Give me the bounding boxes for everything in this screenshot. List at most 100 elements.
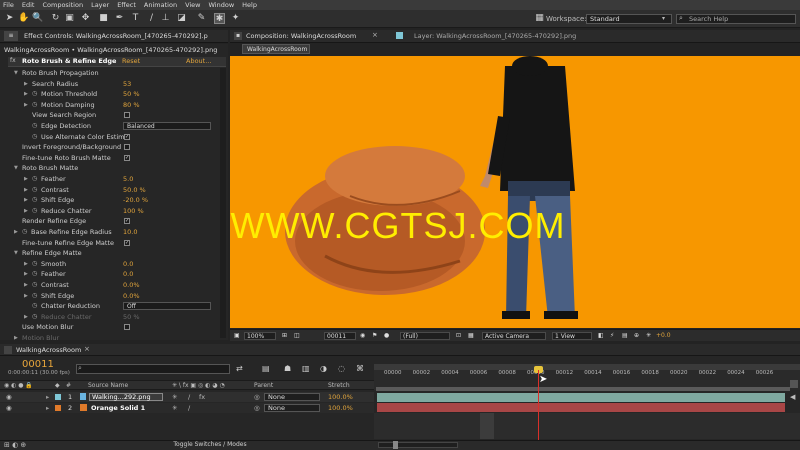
chevron-right-icon[interactable]: ▶ <box>24 280 28 290</box>
menu-layer[interactable]: Layer <box>91 1 109 9</box>
reset-exposure-icon[interactable]: ✳ <box>646 332 651 340</box>
effect-name[interactable]: Roto Brush & Refine Edge <box>22 57 116 65</box>
chevron-down-icon[interactable]: ▼ <box>14 248 18 258</box>
source-name-header[interactable]: Source Name <box>88 382 128 389</box>
composition-flowchart-chip[interactable]: WalkingAcrossRoom <box>242 44 310 54</box>
brush-tool-icon[interactable]: ∕ <box>146 13 157 24</box>
chevron-right-icon[interactable]: ▸ <box>46 403 49 413</box>
grid-icon[interactable]: ⊞ <box>282 332 287 340</box>
effect-property-row[interactable]: ▼ Roto Brush Matte <box>0 163 228 174</box>
graph-editor-icon[interactable]: ◌ <box>338 364 345 373</box>
stopwatch-icon[interactable]: ◷ <box>32 174 37 184</box>
effect-property-row[interactable]: View Search Region <box>0 110 228 121</box>
quality-switch-icon[interactable]: / <box>188 403 190 413</box>
close-icon[interactable]: × <box>372 31 378 39</box>
composition-viewer[interactable] <box>230 56 800 328</box>
current-time-field[interactable]: 00011 <box>324 332 356 340</box>
property-value[interactable]: 50 % <box>123 89 140 99</box>
property-dropdown[interactable]: Off <box>123 302 211 311</box>
timeline-icon[interactable]: ▤ <box>622 332 628 340</box>
effect-property-row[interactable]: ▶ ◷ Shift Edge 0.0% <box>0 291 228 302</box>
chevron-right-icon[interactable]: ▶ <box>24 185 28 195</box>
chevron-right-icon[interactable]: ▶ <box>24 269 28 279</box>
workspace-toggle-icon[interactable]: ▦ <box>534 13 545 24</box>
parent-header[interactable]: Parent <box>254 382 273 389</box>
rectangle-tool-icon[interactable]: ■ <box>98 13 109 24</box>
camera-select[interactable]: Active Camera <box>482 332 546 340</box>
stretch-value[interactable]: 100.0% <box>328 392 353 402</box>
effect-property-row[interactable]: ▶ ◷ Reduce Chatter 100 % <box>0 206 228 217</box>
effect-switch-icon[interactable]: fx <box>199 392 205 402</box>
property-value[interactable]: 0.0% <box>123 291 140 301</box>
effect-property-row[interactable]: Use Motion Blur <box>0 322 228 333</box>
menu-file[interactable]: File <box>3 1 14 9</box>
effect-controls-tab[interactable]: Effect Controls: WalkingAcrossRoom_[4702… <box>24 32 224 40</box>
resolution-select[interactable]: (Full) <box>400 332 450 340</box>
property-value[interactable]: 0.0 <box>123 259 133 269</box>
stopwatch-icon[interactable]: ◷ <box>32 269 37 279</box>
property-value[interactable]: 0.0% <box>123 280 140 290</box>
roto-brush-tool-icon[interactable]: ✎ <box>196 13 207 24</box>
timeline-scroll-icon[interactable]: ◀ <box>790 393 795 401</box>
chevron-right-icon[interactable]: ▶ <box>24 206 28 216</box>
stretch-value[interactable]: 100.0% <box>328 403 353 413</box>
stopwatch-icon[interactable]: ◷ <box>32 291 37 301</box>
shy-switch-icon[interactable]: ✳ <box>172 403 177 413</box>
comp-button-icon[interactable] <box>790 380 798 388</box>
chevron-right-icon[interactable]: ▶ <box>24 100 28 110</box>
chevron-right-icon[interactable]: ▶ <box>24 195 28 205</box>
stopwatch-icon[interactable]: ◷ <box>32 195 37 205</box>
reset-link[interactable]: Reset <box>122 57 140 65</box>
effect-property-row[interactable]: ▼ Roto Brush Propagation <box>0 68 228 79</box>
menu-effect[interactable]: Effect <box>117 1 136 9</box>
close-icon[interactable]: × <box>84 345 90 353</box>
layer-switches-icon[interactable]: ⊞ ◐ ⊕ <box>4 441 26 449</box>
show-snapshot-icon[interactable]: ⚑ <box>372 332 377 340</box>
effect-property-row[interactable]: ◷ Use Alternate Color Estim ✓ <box>0 132 228 143</box>
property-checkbox[interactable]: ✓ <box>124 154 130 161</box>
chevron-down-icon[interactable]: ▼ <box>14 163 18 173</box>
effect-property-row[interactable]: ▶ ◷ Base Refine Edge Radius 10.0 <box>0 227 228 238</box>
menu-animation[interactable]: Animation <box>144 1 177 9</box>
layer-label-color[interactable] <box>55 394 61 400</box>
property-checkbox[interactable] <box>124 144 130 151</box>
layer-name[interactable]: Orange Solid 1 <box>91 403 145 413</box>
property-dropdown[interactable]: Balanced <box>123 122 211 130</box>
brainstorm-icon[interactable]: ⌘ <box>356 364 364 373</box>
chevron-right-icon[interactable]: ▶ <box>24 89 28 99</box>
zoom-tool-icon[interactable]: 🔍 <box>32 13 43 24</box>
work-area-bar[interactable] <box>376 387 790 391</box>
shy-switch-icon[interactable]: ✳ <box>172 392 177 402</box>
stopwatch-icon[interactable]: ◷ <box>32 259 37 269</box>
property-value[interactable]: 0.0 <box>123 269 133 279</box>
effect-property-row[interactable]: ▶ ◷ Feather 5.0 <box>0 174 228 185</box>
draft-3d-icon[interactable]: ▤ <box>262 364 270 373</box>
chevron-right-icon[interactable]: ▶ <box>24 79 28 89</box>
property-checkbox[interactable] <box>124 324 130 331</box>
channel-icon[interactable]: ● <box>384 332 389 340</box>
property-value[interactable]: 50.0 % <box>123 185 146 195</box>
motion-blur-icon[interactable]: ◑ <box>320 364 327 373</box>
exposure-value[interactable]: +0.0 <box>656 332 671 340</box>
selection-tool-icon[interactable]: ➤ <box>4 13 15 24</box>
effect-property-row[interactable]: Fine-tune Refine Edge Matte ✓ <box>0 238 228 249</box>
pan-behind-tool-icon[interactable]: ✥ <box>80 13 91 24</box>
toggle-pixel-aspect-icon[interactable]: ◧ <box>598 332 604 340</box>
layer-row[interactable]: ◉ ▸ 2 Orange Solid 1 ✳ / ◎ None 100.0% <box>0 403 374 413</box>
stopwatch-icon[interactable]: ◷ <box>32 280 37 290</box>
stopwatch-icon[interactable]: ◷ <box>32 206 37 216</box>
chevron-right-icon[interactable]: ▶ <box>24 312 28 322</box>
puppet-starch-tool-icon[interactable]: ✦ <box>230 13 241 24</box>
always-preview-icon[interactable]: ▣ <box>234 332 240 340</box>
property-checkbox[interactable]: ✓ <box>124 239 130 246</box>
effect-property-row[interactable]: ▶ ◷ Smooth 0.0 <box>0 259 228 270</box>
frame-blending-icon[interactable]: ▥ <box>302 364 310 373</box>
effect-property-row[interactable]: ◷ Edge Detection Balanced <box>0 121 228 132</box>
composition-mini-flowchart-icon[interactable]: ⇄ <box>236 364 243 373</box>
workspace-select[interactable]: Standard <box>586 14 672 24</box>
fx-badge-icon[interactable]: fx <box>10 57 16 64</box>
chevron-right-icon[interactable]: ▸ <box>46 392 49 402</box>
about-link[interactable]: About... <box>186 57 211 65</box>
stopwatch-icon[interactable]: ◷ <box>32 100 37 110</box>
layer-label-color[interactable] <box>55 405 61 411</box>
